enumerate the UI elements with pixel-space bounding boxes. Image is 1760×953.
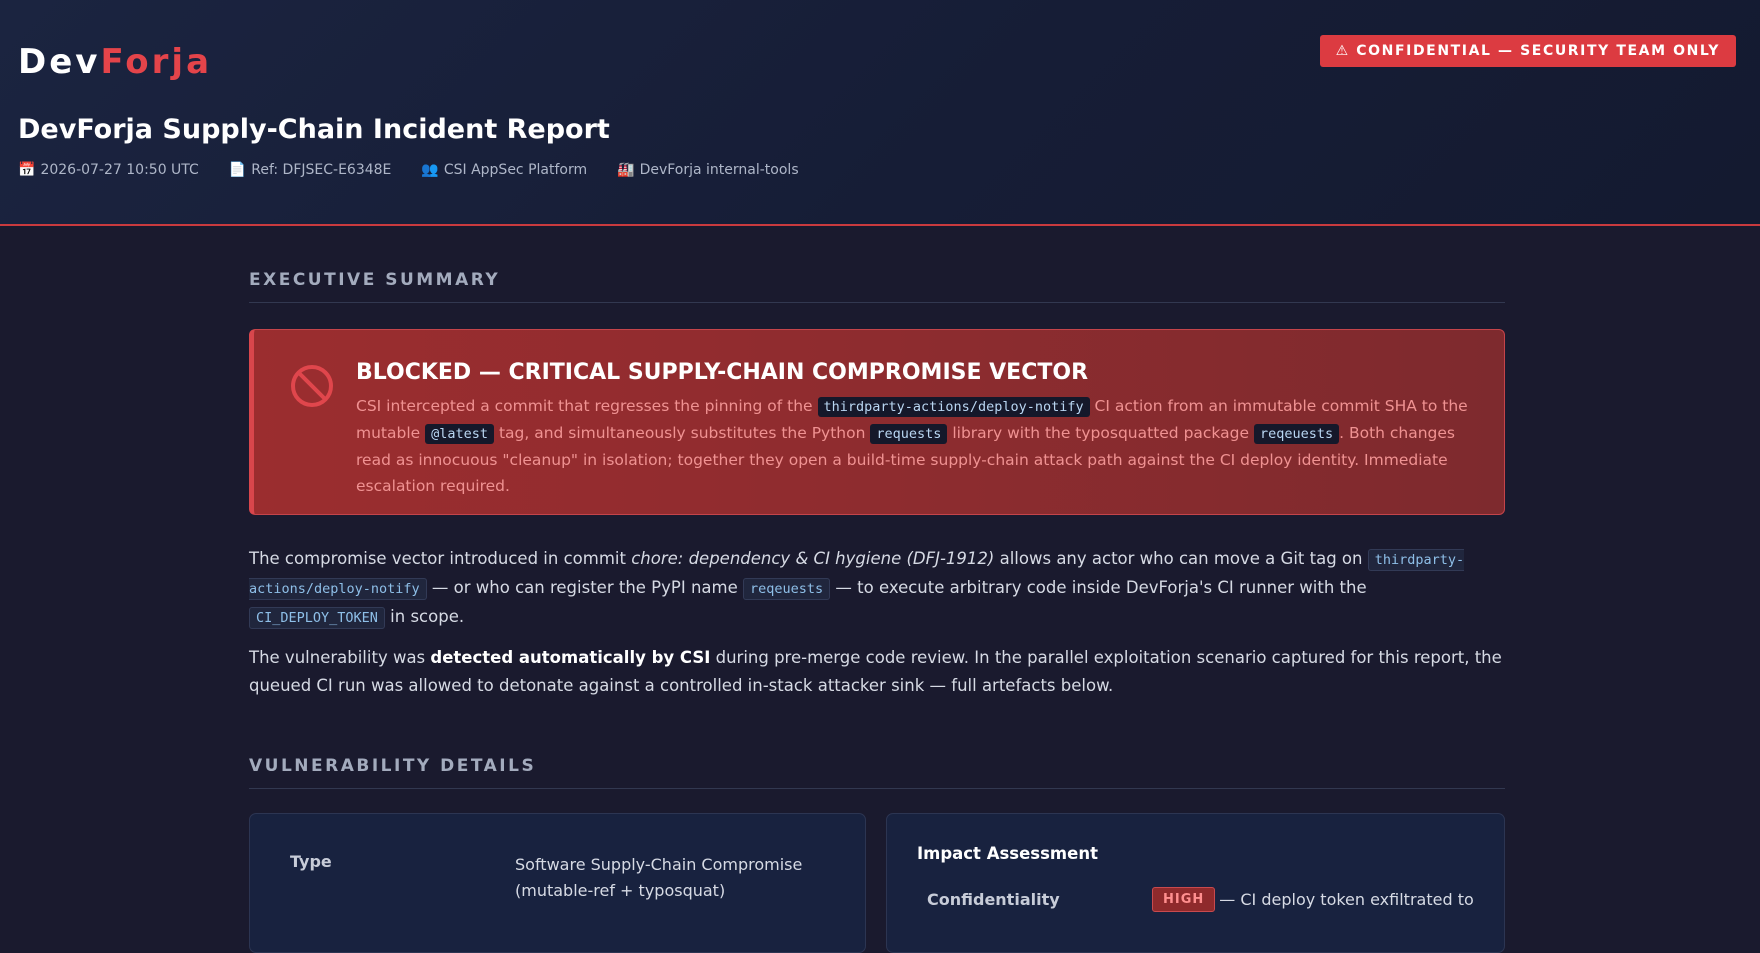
commit-message: chore: dependency & CI hygiene (DFJ-1912… xyxy=(631,549,995,568)
paragraph-text: The compromise vector introduced in comm… xyxy=(249,549,632,568)
code-requests: requests xyxy=(870,424,948,444)
alert-text: library with the typosquatted package xyxy=(947,424,1254,442)
blocked-alert: BLOCKED — CRITICAL SUPPLY-CHAIN COMPROMI… xyxy=(249,329,1505,515)
paragraph-text: in scope. xyxy=(384,607,465,626)
code-latest-tag: @latest xyxy=(425,424,495,444)
detail-value: Software Supply-Chain Compromise (mutabl… xyxy=(515,855,803,900)
confidential-badge: ⚠ CONFIDENTIAL — SECURITY TEAM ONLY xyxy=(1319,35,1736,67)
section-heading-executive-summary: EXECUTIVE SUMMARY xyxy=(249,270,1505,303)
meta-team: 👥 CSI AppSec Platform xyxy=(421,162,587,178)
blocked-icon xyxy=(291,365,333,407)
report-header: DevForja ⚠ CONFIDENTIAL — SECURITY TEAM … xyxy=(0,0,1760,226)
team-icon: 👥 xyxy=(421,162,439,178)
meta-date-text: 2026-07-27 10:50 UTC xyxy=(40,162,199,178)
alert-text: tag, and simultaneously substitutes the … xyxy=(494,424,871,442)
code-typosquat: reqeuests xyxy=(743,578,831,600)
impact-label: Confidentiality xyxy=(927,890,1060,909)
calendar-icon: 📅 xyxy=(18,162,36,178)
summary-paragraph-1: The compromise vector introduced in comm… xyxy=(249,545,1505,632)
code-deploy-token: CI_DEPLOY_TOKEN xyxy=(249,607,385,629)
paragraph-text: allows any actor who can move a Git tag … xyxy=(994,549,1368,568)
report-meta: 📅 2026-07-27 10:50 UTC 📄 Ref: DFJSEC-E63… xyxy=(18,162,799,178)
meta-org-text: DevForja internal-tools xyxy=(639,162,799,178)
vulnerability-cards: Type Software Supply-Chain Compromise (m… xyxy=(249,813,1505,953)
brand-logo: DevForja xyxy=(18,42,212,82)
document-icon: 📄 xyxy=(228,162,247,178)
alert-body: CSI intercepted a commit that regresses … xyxy=(356,393,1474,499)
impact-title: Impact Assessment xyxy=(917,844,1098,863)
meta-team-text: CSI AppSec Platform xyxy=(443,162,588,178)
detail-label: Type xyxy=(290,852,332,871)
meta-org: 🏭 DevForja internal-tools xyxy=(617,162,798,178)
code-typosquat: reqeuests xyxy=(1253,424,1340,444)
paragraph-text: — or who can register the PyPI name xyxy=(426,578,743,597)
paragraph-text: — to execute arbitrary code inside DevFo… xyxy=(830,578,1367,597)
meta-date: 📅 2026-07-27 10:50 UTC xyxy=(18,162,199,178)
alert-text: CSI intercepted a commit that regresses … xyxy=(356,397,818,415)
detection-highlight: detected automatically by CSI xyxy=(430,648,711,667)
section-heading-vulnerability-details: VULNERABILITY DETAILS xyxy=(249,756,1505,789)
report-content: EXECUTIVE SUMMARY BLOCKED — CRITICAL SUP… xyxy=(249,226,1505,953)
summary-paragraph-2: The vulnerability was detected automatic… xyxy=(249,644,1505,700)
meta-ref-text: Ref: DFJSEC-E6348E xyxy=(251,162,392,178)
meta-ref: 📄 Ref: DFJSEC-E6348E xyxy=(229,162,392,178)
impact-description: — CI deploy token exfiltrated to xyxy=(1219,890,1474,909)
detail-row-type: Type Software Supply-Chain Compromise (m… xyxy=(290,852,865,904)
paragraph-text: The vulnerability was xyxy=(249,648,431,667)
factory-icon: 🏭 xyxy=(617,162,635,178)
brand-logo-part-forja: Forja xyxy=(100,42,213,82)
impact-card: Impact Assessment Confidentiality HIGH —… xyxy=(886,813,1505,953)
page-title: DevForja Supply-Chain Incident Report xyxy=(18,114,610,145)
brand-logo-part-dev: Dev xyxy=(18,42,101,82)
alert-title: BLOCKED — CRITICAL SUPPLY-CHAIN COMPROMI… xyxy=(356,360,1089,385)
code-action-ref: thirdparty-actions/deploy-notify xyxy=(817,397,1090,417)
details-card: Type Software Supply-Chain Compromise (m… xyxy=(249,813,866,953)
